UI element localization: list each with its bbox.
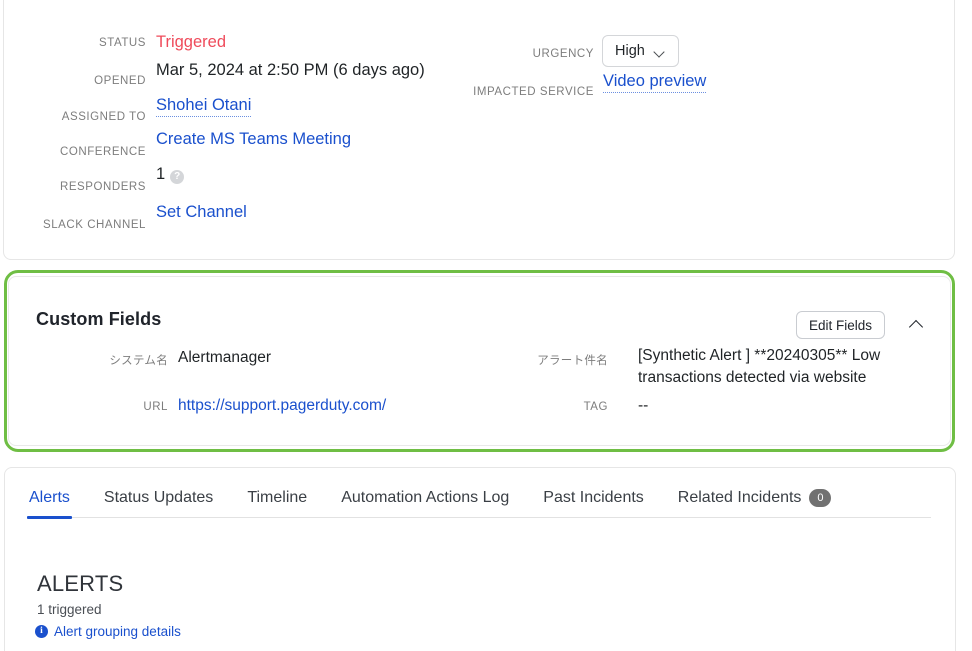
detail-label-assigned-to: ASSIGNED TO — [61, 111, 146, 123]
incident-details-card: STATUS Triggered OPENED Mar 5, 2024 at 2… — [3, 0, 955, 260]
help-icon[interactable]: ? — [170, 170, 185, 184]
detail-value-conference-wrap: Create MS Teams Meeting — [156, 130, 351, 149]
tabs-bar: Alerts Status Updates Timeline Automatio… — [27, 468, 832, 519]
assigned-to-link[interactable]: Shohei Otani — [156, 96, 252, 117]
detail-value-slack-channel-wrap: Set Channel — [156, 203, 247, 222]
set-channel-link[interactable]: Set Channel — [156, 203, 247, 222]
info-icon: i — [35, 625, 48, 638]
incident-detail-page: STATUS Triggered OPENED Mar 5, 2024 at 2… — [0, 0, 972, 651]
detail-label-conference: CONFERENCE — [59, 146, 146, 158]
edit-fields-button-label: Edit Fields — [809, 317, 873, 333]
tab-alerts[interactable]: Alerts — [27, 489, 72, 519]
urgency-select[interactable]: High — [602, 35, 679, 67]
custom-field-url-link[interactable]: https://support.pagerduty.com/ — [178, 395, 386, 417]
create-ms-teams-meeting-link[interactable]: Create MS Teams Meeting — [156, 130, 351, 149]
custom-field-label-url: URL — [143, 401, 168, 413]
detail-row-opened: OPENED — [4, 75, 146, 87]
detail-row-impacted-service: IMPACTED SERVICE — [404, 86, 594, 98]
detail-row-conference: CONFERENCE — [4, 146, 146, 158]
detail-row-assigned-to: ASSIGNED TO — [4, 111, 146, 123]
detail-row-status: STATUS — [4, 37, 146, 49]
status-badge: Triggered — [156, 33, 227, 51]
custom-field-value-url: https://support.pagerduty.com/ — [178, 395, 386, 417]
detail-label-slack-channel: SLACK CHANNEL — [42, 219, 146, 231]
custom-field-label-tag: TAG — [583, 401, 608, 413]
custom-field-label-alert-subject: アラート件名 — [537, 355, 608, 367]
tab-related-incidents[interactable]: Related Incidents 0 — [678, 489, 832, 518]
chevron-up-icon — [909, 320, 923, 329]
custom-field-value-tag: -- — [638, 397, 649, 414]
tab-automation-actions-log-label: Automation Actions Log — [341, 489, 510, 506]
custom-field-label-system-name: システム名 — [109, 355, 168, 367]
detail-value-impacted-service-wrap: Video preview — [603, 72, 707, 93]
collapse-section-button[interactable] — [905, 312, 931, 338]
alerts-triggered-count: 1 triggered — [37, 602, 102, 617]
detail-row-slack-channel: SLACK CHANNEL — [4, 219, 146, 231]
detail-row-urgency: URGENCY — [404, 48, 594, 60]
urgency-selected-value: High — [615, 43, 645, 59]
detail-label-impacted-service: IMPACTED SERVICE — [473, 86, 594, 98]
custom-fields-content: Custom Fields Edit Fields システム名 Alertman… — [8, 276, 951, 446]
responders-count: 1 — [156, 165, 166, 183]
related-incidents-count-badge: 0 — [809, 489, 832, 507]
tab-status-updates[interactable]: Status Updates — [104, 489, 213, 518]
opened-timestamp: Mar 5, 2024 at 2:50 PM (6 days ago) — [156, 61, 425, 79]
alerts-heading: ALERTS — [37, 571, 124, 596]
detail-value-opened-wrap: Mar 5, 2024 at 2:50 PM (6 days ago) — [156, 61, 425, 80]
chevron-down-icon — [655, 48, 666, 55]
impacted-service-link[interactable]: Video preview — [603, 72, 707, 93]
detail-label-urgency: URGENCY — [532, 48, 594, 60]
detail-label-responders: RESPONDERS — [59, 181, 146, 193]
detail-value-assigned-to-wrap: Shohei Otani — [156, 96, 252, 117]
alert-grouping-details-link[interactable]: i Alert grouping details — [35, 624, 181, 639]
tab-status-updates-label: Status Updates — [103, 489, 214, 506]
detail-value-status-wrap: Triggered — [156, 33, 226, 52]
detail-label-status: STATUS — [99, 37, 146, 49]
detail-label-opened: OPENED — [94, 75, 146, 87]
custom-field-value-alert-subject: [Synthetic Alert ] **20240305** Low tran… — [638, 347, 881, 386]
tab-timeline-label: Timeline — [247, 489, 308, 506]
tab-related-incidents-label: Related Incidents — [677, 489, 802, 506]
detail-value-responders-wrap: 1 ? — [156, 165, 185, 184]
alert-grouping-details-label: Alert grouping details — [54, 624, 181, 639]
custom-fields-title: Custom Fields — [36, 309, 162, 329]
tab-past-incidents[interactable]: Past Incidents — [543, 489, 644, 518]
edit-fields-button[interactable]: Edit Fields — [796, 311, 886, 339]
tab-automation-actions-log[interactable]: Automation Actions Log — [341, 489, 509, 518]
tab-timeline[interactable]: Timeline — [247, 489, 307, 518]
tab-past-incidents-label: Past Incidents — [543, 489, 644, 506]
detail-row-responders: RESPONDERS — [4, 181, 146, 193]
custom-field-value-system-name: Alertmanager — [178, 349, 272, 366]
tab-alerts-label: Alerts — [29, 489, 70, 506]
